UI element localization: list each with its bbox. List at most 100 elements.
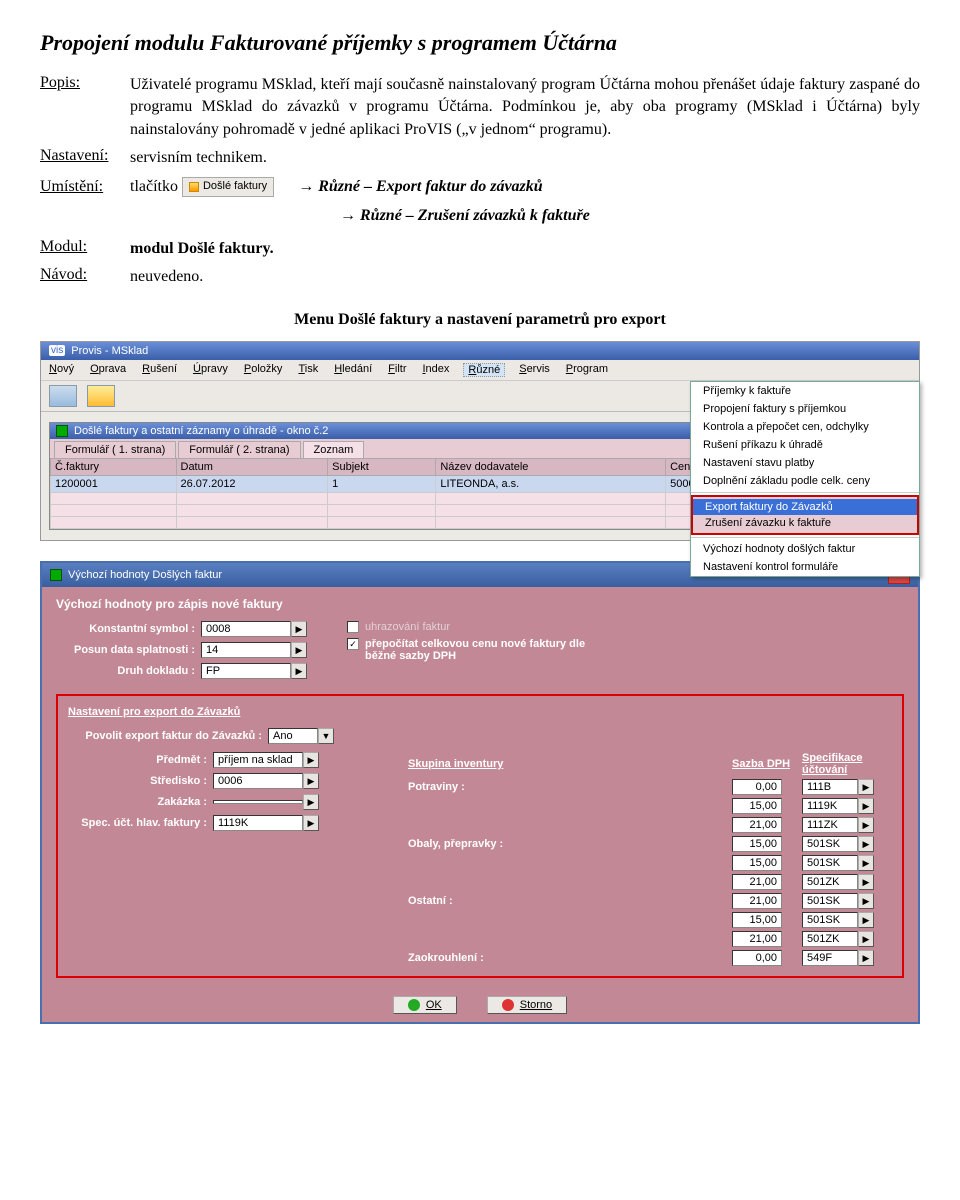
field-label: Druh dokladu : xyxy=(56,665,201,677)
spec-input[interactable]: 1119K xyxy=(802,798,858,814)
sazba-input[interactable]: 0,00 xyxy=(732,779,782,795)
dialog-heading: Výchozí hodnoty pro zápis nové faktury xyxy=(56,597,904,611)
chk-prepocitat[interactable] xyxy=(347,638,359,650)
chevron-right-icon[interactable] xyxy=(303,794,319,810)
spec-input[interactable]: 501SK xyxy=(802,912,858,928)
chevron-down-icon[interactable] xyxy=(318,728,334,744)
chevron-right-icon[interactable]: ▶ xyxy=(858,855,874,871)
spec-input[interactable]: 501SK xyxy=(802,836,858,852)
spec-input[interactable]: 111ZK xyxy=(802,817,858,833)
chevron-right-icon[interactable] xyxy=(303,773,319,789)
input-picker[interactable]: 0006 xyxy=(213,773,319,789)
input-picker[interactable]: 0008 xyxy=(201,621,307,637)
inv-row-label: Zaokrouhlení : xyxy=(408,952,722,964)
chevron-right-icon[interactable]: ▶ xyxy=(858,912,874,928)
dialog-buttons: OK Storno xyxy=(42,988,918,1022)
cancel-button[interactable]: Storno xyxy=(487,996,567,1014)
chevron-right-icon[interactable]: ▶ xyxy=(858,931,874,947)
sazba-input[interactable]: 15,00 xyxy=(732,912,782,928)
menu-rušení[interactable]: Rušení xyxy=(140,363,179,377)
menu-item[interactable]: Nastavení stavu platby xyxy=(691,454,919,472)
chevron-right-icon[interactable] xyxy=(291,663,307,679)
spec-input[interactable]: 549F xyxy=(802,950,858,966)
subwindow-title-text: Došlé faktury a ostatní záznamy o úhradě… xyxy=(74,425,328,437)
povolit-select[interactable]: Ano xyxy=(268,728,334,744)
chevron-right-icon[interactable]: ▶ xyxy=(858,950,874,966)
menu-úpravy[interactable]: Úpravy xyxy=(191,363,230,377)
menu-item[interactable]: Doplnění základu podle celk. ceny xyxy=(691,472,919,490)
chevron-right-icon[interactable]: ▶ xyxy=(858,779,874,795)
app-title-text: Provis - MSklad xyxy=(71,345,148,357)
povolit-value: Ano xyxy=(268,728,318,744)
chevron-right-icon[interactable]: ▶ xyxy=(858,798,874,814)
povolit-label: Povolit export faktur do Závazků : xyxy=(68,730,268,742)
col-header[interactable]: Název dodavatele xyxy=(436,458,666,475)
sazba-input[interactable]: 21,00 xyxy=(732,893,782,909)
chevron-right-icon[interactable]: ▶ xyxy=(858,836,874,852)
menu-program[interactable]: Program xyxy=(564,363,610,377)
chevron-right-icon[interactable] xyxy=(303,815,319,831)
sazba-input[interactable]: 15,00 xyxy=(732,855,782,871)
menu-různé[interactable]: Různé xyxy=(463,363,505,377)
input-picker[interactable]: FP xyxy=(201,663,307,679)
input-picker[interactable]: 1119K xyxy=(213,815,319,831)
menu-index[interactable]: Index xyxy=(420,363,451,377)
sazba-input[interactable]: 21,00 xyxy=(732,931,782,947)
app-titlebar: vis Provis - MSklad xyxy=(41,342,919,360)
input-picker[interactable] xyxy=(213,794,319,810)
spec-input[interactable]: 501SK xyxy=(802,893,858,909)
sazba-input[interactable]: 15,00 xyxy=(732,798,782,814)
menu-hledání[interactable]: Hledání xyxy=(332,363,374,377)
sazba-input[interactable]: 21,00 xyxy=(732,817,782,833)
col-header[interactable]: Subjekt xyxy=(328,458,436,475)
inv-header: Sazba DPH xyxy=(732,758,792,770)
tab[interactable]: Formulář ( 1. strana) xyxy=(54,441,176,458)
dosle-faktury-button[interactable]: Došlé faktury xyxy=(182,177,274,196)
input-picker[interactable]: příjem na sklad xyxy=(213,752,319,768)
menu-tisk[interactable]: Tisk xyxy=(296,363,320,377)
chevron-right-icon[interactable] xyxy=(303,752,319,768)
menu-item[interactable]: Zrušení závazku k faktuře xyxy=(693,515,917,531)
spec-input[interactable]: 501ZK xyxy=(802,931,858,947)
menu-oprava[interactable]: Oprava xyxy=(88,363,128,377)
col-header[interactable]: Č.faktury xyxy=(51,458,177,475)
menu-item[interactable]: Propojení faktury s příjemkou xyxy=(691,400,919,418)
field-label: Posun data splatnosti : xyxy=(56,644,201,656)
chevron-right-icon[interactable] xyxy=(291,642,307,658)
menu-nový[interactable]: Nový xyxy=(47,363,76,377)
input-picker[interactable]: 14 xyxy=(201,642,307,658)
chevron-right-icon[interactable]: ▶ xyxy=(858,893,874,909)
label-nastaveni: Nastavení: xyxy=(40,147,130,169)
toolbar-icon-1[interactable] xyxy=(49,385,77,407)
chk-uhrazovani[interactable] xyxy=(347,621,359,633)
col-header[interactable]: Datum xyxy=(176,458,328,475)
sazba-input[interactable]: 0,00 xyxy=(732,950,782,966)
toolbar-icon-2[interactable] xyxy=(87,385,115,407)
menu-ruzne-dropdown[interactable]: Příjemky k faktuřePropojení faktury s př… xyxy=(690,381,920,577)
sazba-input[interactable]: 15,00 xyxy=(732,836,782,852)
menu-item[interactable]: Příjemky k faktuře xyxy=(691,382,919,400)
menu-item[interactable]: Export faktury do Závazků xyxy=(693,499,917,515)
menu-item[interactable]: Rušení příkazu k úhradě xyxy=(691,436,919,454)
menu-item[interactable]: Výchozí hodnoty došlých faktur xyxy=(691,540,919,558)
menu-servis[interactable]: Servis xyxy=(517,363,552,377)
sazba-input[interactable]: 21,00 xyxy=(732,874,782,890)
menu-filtr[interactable]: Filtr xyxy=(386,363,408,377)
field-label: Konstantní symbol : xyxy=(56,623,201,635)
field-value: 14 xyxy=(201,642,291,658)
spec-input[interactable]: 501ZK xyxy=(802,874,858,890)
menu-item[interactable]: Nastavení kontrol formuláře xyxy=(691,558,919,576)
menu-položky[interactable]: Položky xyxy=(242,363,285,377)
chevron-right-icon[interactable]: ▶ xyxy=(858,817,874,833)
menubar[interactable]: Nový Oprava Rušení Úpravy Položky Tisk Hledání… xyxy=(41,360,919,381)
chevron-right-icon[interactable] xyxy=(291,621,307,637)
tab[interactable]: Zoznam xyxy=(303,441,365,458)
chevron-right-icon[interactable]: ▶ xyxy=(858,874,874,890)
menu-item[interactable]: Kontrola a přepočet cen, odchylky xyxy=(691,418,919,436)
spec-input[interactable]: 111B xyxy=(802,779,858,795)
umisteni-line2: → Různé – Zrušení závazků k faktuře xyxy=(340,204,920,228)
tab[interactable]: Formulář ( 2. strana) xyxy=(178,441,300,458)
app-window: vis Provis - MSklad Nový Oprava Rušení Úpra… xyxy=(40,341,920,541)
spec-input[interactable]: 501SK xyxy=(802,855,858,871)
ok-button[interactable]: OK xyxy=(393,996,457,1014)
